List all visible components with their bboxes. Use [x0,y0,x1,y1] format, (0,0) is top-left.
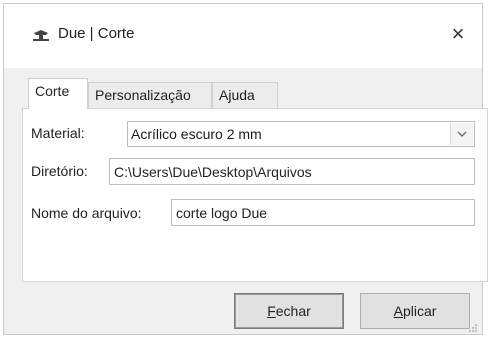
material-select-value: Acrílico escuro 2 mm [131,126,262,142]
tab-corte[interactable]: Corte [28,78,88,109]
sewing-machine-icon [32,28,50,42]
dialog-window: Due | Corte × Corte Personalização Ajuda… [3,3,488,335]
material-select[interactable]: Acrílico escuro 2 mm [127,121,475,147]
apply-button[interactable]: Aplicar [360,293,470,329]
close-button-label: Fechar [267,303,311,319]
window-title: Due | Corte [58,25,135,42]
directory-label: Diretório: [31,163,88,179]
close-icon[interactable]: × [446,22,470,46]
filename-label: Nome do arquivo: [31,205,142,221]
tab-ajuda[interactable]: Ajuda [212,82,278,108]
resize-grip-icon[interactable] [468,320,478,332]
title-bar: Due | Corte × [4,4,482,68]
filename-field[interactable] [171,199,475,226]
chevron-down-icon[interactable] [450,123,473,145]
material-label: Material: [31,125,85,141]
tab-personalizacao[interactable]: Personalização [88,82,212,108]
apply-button-label: Aplicar [393,303,437,319]
directory-field[interactable] [109,158,475,185]
tab-strip: Corte Personalização Ajuda [28,78,458,109]
close-button[interactable]: Fechar [234,293,344,329]
tab-panel-corte: Material: Acrílico escuro 2 mm Diretório… [22,108,488,282]
